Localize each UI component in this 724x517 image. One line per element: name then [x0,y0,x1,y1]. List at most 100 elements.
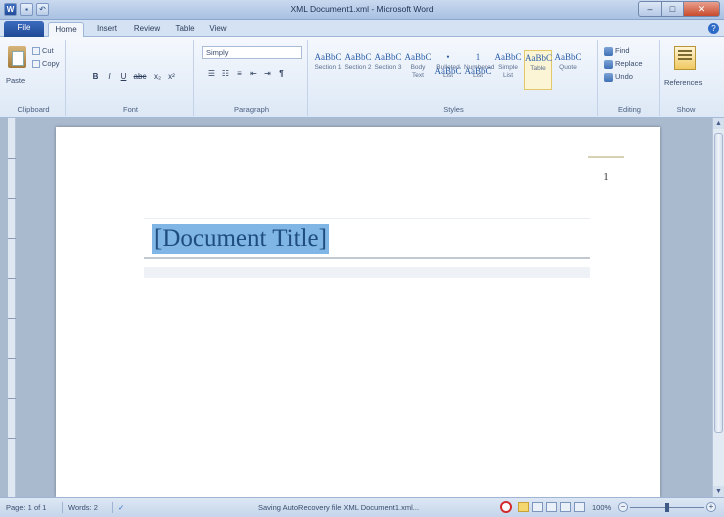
align-button[interactable]: ≡ [234,68,245,79]
underline-button[interactable]: U [118,71,129,82]
scroll-thumb[interactable] [714,133,723,433]
replace-icon [604,59,613,69]
show-formatting-button[interactable]: ¶ [276,68,287,79]
title-underline [144,257,590,259]
ruler-mark [8,158,16,159]
print-layout-view-icon[interactable] [518,502,529,512]
word-count[interactable]: Words: 2 [68,503,98,512]
copy-button[interactable]: Copy [42,59,60,68]
style-sample: 1 AaBbC [464,52,492,76]
undo-button[interactable]: Undo [604,72,633,82]
styles-group: AaBbC Section 1 AaBbC Section 2 AaBbC Se… [310,40,598,116]
scroll-down-icon[interactable]: ▼ [713,486,724,497]
style-sample: • AaBbC [434,52,462,76]
tab-view[interactable]: View [204,22,232,37]
style-tile[interactable]: AaBbC Simple List [494,50,522,90]
style-tile[interactable]: AaBbC Section 2 [344,50,372,90]
paste-button[interactable]: Paste [6,76,25,85]
find-button[interactable]: Find [604,46,630,56]
maximize-button[interactable]: □ [662,1,684,17]
scroll-up-icon[interactable]: ▲ [713,118,724,129]
zoom-slider-thumb[interactable] [665,503,669,512]
style-tile[interactable]: • AaBbC Bulleted List [434,50,462,90]
style-name: Section 1 [314,64,342,71]
web-layout-view-icon[interactable] [546,502,557,512]
style-tile[interactable]: AaBbC Section 3 [374,50,402,90]
superscript-button[interactable]: x² [166,71,177,82]
window-title: XML Document1.xml - Microsoft Word [290,4,434,14]
ruler-mark [8,198,16,199]
style-name: Table [530,65,546,72]
style-name: Body Text [410,64,426,79]
tab-review[interactable]: Review [128,22,166,37]
replace-label: Replace [615,59,643,68]
tab-insert[interactable]: Insert [90,22,124,37]
close-button[interactable]: ✕ [684,1,720,17]
status-message: Saving AutoRecovery file XML Document1.x… [258,503,420,512]
style-dropdown[interactable]: Simply [202,46,302,59]
minimize-button[interactable]: – [638,1,662,17]
clipboard-group: Paste Cut Copy Clipboard [2,40,66,116]
full-screen-view-icon[interactable] [532,502,543,512]
bullets-button[interactable]: ☰ [206,68,217,79]
ruler-mark [8,438,16,439]
style-name: Section 3 [374,64,402,71]
style-tile[interactable]: AaBbC Section 1 [314,50,342,90]
style-tile[interactable]: 1 AaBbC Numbered List [464,50,494,90]
style-sample: AaBbC [374,52,402,62]
binoculars-icon [604,46,613,56]
strikethrough-button[interactable]: abc [132,71,148,82]
title-bar: W ▪ ↶ XML Document1.xml - Microsoft Word… [0,0,724,20]
italic-button[interactable]: I [104,71,115,82]
style-tile[interactable]: AaBbC Quote [554,50,582,90]
page-number-box: 1 [588,156,624,192]
ruler-mark [8,358,16,359]
paragraph-group: Simply ☰ ☷ ≡ ⇤ ⇥ ¶ Paragraph [196,40,308,116]
show-group: References Show [662,40,710,116]
paragraph-label: Paragraph [233,105,270,114]
outline-view-icon[interactable] [560,502,571,512]
proofing-icon[interactable]: ✓ [118,503,124,512]
subscript-button[interactable]: x₂ [152,71,163,82]
vertical-ruler [8,118,16,497]
help-icon[interactable]: ? [708,23,719,34]
document-page[interactable]: 1 [Document Title] [56,127,660,497]
tab-table[interactable]: Table [170,22,200,37]
page-number: 1 [603,171,609,183]
style-sample: AaBbC [494,52,522,62]
cut-icon [32,47,40,55]
ribbon-tabs: File Home Insert Review Table View ? [0,20,724,37]
document-title-field[interactable]: [Document Title] [152,224,329,254]
style-tile[interactable]: AaBbC Body Text [404,50,432,90]
vertical-scrollbar[interactable]: ▲ ▼ [712,118,724,497]
clipboard-label: Clipboard [17,105,50,114]
increase-indent-button[interactable]: ⇥ [262,68,273,79]
numbering-button[interactable]: ☷ [220,68,231,79]
styles-label: Styles [443,105,464,114]
draft-view-icon[interactable] [574,502,585,512]
decrease-indent-button[interactable]: ⇤ [248,68,259,79]
find-label: Find [615,46,630,55]
zoom-out-button[interactable]: − [618,502,628,512]
record-macro-icon[interactable] [500,501,512,513]
ruler-mark [8,398,16,399]
zoom-in-button[interactable]: + [706,502,716,512]
style-tile-selected[interactable]: AaBbC Table [524,50,552,90]
replace-button[interactable]: Replace [604,59,643,69]
paste-icon[interactable] [8,46,26,68]
page-count[interactable]: Page: 1 of 1 [6,503,46,512]
cut-button[interactable]: Cut [42,46,54,55]
zoom-level[interactable]: 100% [592,503,611,512]
bold-button[interactable]: B [90,71,101,82]
style-sample: AaBbC [404,52,432,62]
references-button[interactable]: References [664,78,702,87]
references-icon[interactable] [674,46,696,70]
style-name: Section 2 [344,64,372,71]
copy-icon [32,60,40,68]
font-label: Font [122,105,138,114]
style-sample: AaBbC [554,52,582,62]
tab-file[interactable]: File [4,21,44,37]
tab-home[interactable]: Home [48,22,84,37]
subtitle-placeholder[interactable] [144,267,590,278]
undo-icon [604,72,613,82]
